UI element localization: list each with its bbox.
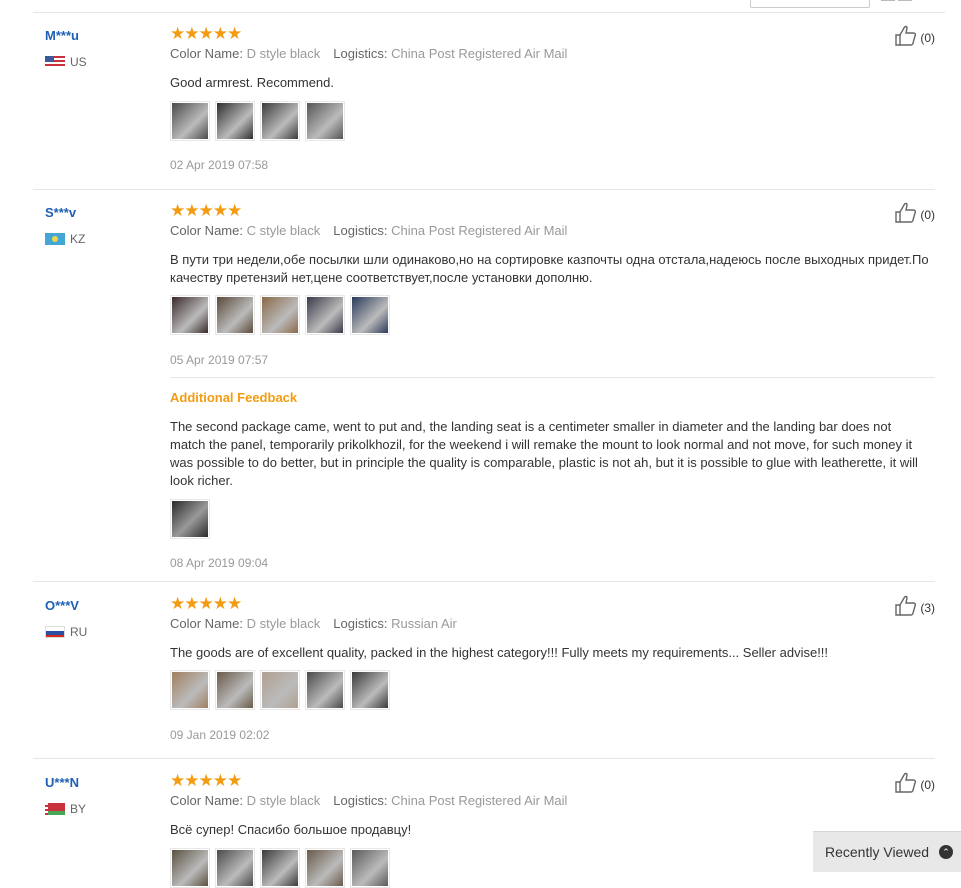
thumbs-up-icon: [894, 772, 920, 797]
review-photo[interactable]: [305, 670, 345, 710]
review-text: The goods are of excellent quality, pack…: [170, 645, 829, 660]
review-photo[interactable]: [350, 848, 390, 888]
logistics-label: Logistics:: [333, 223, 388, 238]
helpful-button[interactable]: (0): [894, 772, 935, 797]
star-rating: ★★★★★: [170, 201, 242, 220]
review-photo[interactable]: [305, 295, 345, 335]
review-photos: [170, 295, 390, 335]
review-photo[interactable]: [305, 848, 345, 888]
review-photo[interactable]: [215, 848, 255, 888]
review-text: В пути три недели,обе посылки шли одинак…: [170, 252, 929, 285]
color-name-label: Color Name:: [170, 616, 243, 631]
color-name-value: C style black: [246, 223, 321, 238]
reviewer-country: US: [45, 55, 87, 69]
logistics-label: Logistics:: [333, 616, 388, 631]
star-rating: ★★★★★: [170, 24, 242, 43]
review-photo[interactable]: [170, 101, 210, 141]
review-text: Good armrest. Recommend.: [170, 75, 335, 90]
review-photo[interactable]: [260, 670, 300, 710]
logistics-value: China Post Registered Air Mail: [391, 46, 568, 61]
recently-viewed-label: Recently Viewed: [825, 844, 930, 860]
thumbs-up-icon: [894, 25, 920, 50]
country-flag-icon: [45, 803, 65, 815]
logistics-value: Russian Air: [391, 616, 457, 631]
additional-feedback-date: 08 Apr 2019 09:04: [170, 556, 269, 570]
country-code: US: [70, 55, 87, 69]
reviewer-country: BY: [45, 802, 86, 816]
chevron-up-icon[interactable]: ⌃: [939, 845, 954, 859]
sort-select[interactable]: [750, 0, 870, 8]
color-name-label: Color Name:: [170, 793, 243, 808]
review-photo[interactable]: [170, 499, 210, 539]
country-code: BY: [70, 802, 87, 816]
helpful-count: (0): [920, 207, 935, 222]
review-divider: [33, 189, 935, 190]
review-photo[interactable]: [215, 670, 255, 710]
thumbs-up-icon: [894, 202, 920, 227]
color-name-value: D style black: [246, 793, 321, 808]
reviewer-name: S***v: [45, 205, 77, 220]
sort-toolbar: [0, 0, 961, 13]
color-name-value: D style black: [246, 46, 321, 61]
review-photo[interactable]: [260, 848, 300, 888]
star-rating: ★★★★★: [170, 594, 242, 613]
logistics-value: China Post Registered Air Mail: [391, 793, 568, 808]
review-date: 09 Jan 2019 02:02: [170, 728, 270, 742]
review-photo[interactable]: [170, 848, 210, 888]
review-photo[interactable]: [305, 101, 345, 141]
country-code: RU: [70, 625, 88, 639]
logistics-value: China Post Registered Air Mail: [391, 223, 568, 238]
country-code: KZ: [70, 232, 86, 246]
review-date: 05 Apr 2019 07:57: [170, 353, 269, 367]
helpful-count: (0): [920, 777, 935, 792]
review-photo[interactable]: [350, 295, 390, 335]
review-photo[interactable]: [260, 295, 300, 335]
helpful-button[interactable]: (0): [894, 25, 935, 50]
helpful-count: (0): [920, 30, 935, 45]
reviewer-country: KZ: [45, 232, 85, 246]
review-photos: [170, 670, 390, 710]
top-divider: [33, 12, 945, 13]
review-photo[interactable]: [260, 101, 300, 141]
reviewer-name: M***u: [45, 28, 79, 43]
review-photo[interactable]: [350, 670, 390, 710]
order-info: Color Name: C style black Logistics: Chin…: [170, 223, 567, 238]
review-photo[interactable]: [215, 101, 255, 141]
country-flag-icon: [45, 56, 65, 68]
color-name-value: D style black: [246, 616, 321, 631]
review-divider: [33, 758, 935, 759]
additional-photos: [170, 499, 210, 539]
order-info: Color Name: D style black Logistics: Russ…: [170, 616, 457, 631]
review-photo[interactable]: [170, 670, 210, 710]
color-name-label: Color Name:: [170, 223, 243, 238]
helpful-button[interactable]: (3): [894, 595, 935, 620]
reviewer-name: O***V: [45, 598, 79, 613]
star-rating: ★★★★★: [170, 771, 242, 790]
reviewer-country: RU: [45, 625, 87, 639]
review-photos: [170, 848, 390, 888]
country-flag-icon: [45, 626, 65, 638]
order-info: Color Name: D style black Logistics: Chin…: [170, 46, 567, 61]
reviewer-name: U***N: [45, 775, 79, 790]
review-photos: [170, 101, 345, 141]
review-photo[interactable]: [215, 295, 255, 335]
logistics-label: Logistics:: [333, 46, 388, 61]
color-name-label: Color Name:: [170, 46, 243, 61]
helpful-count: (3): [920, 600, 935, 615]
review-divider: [33, 581, 935, 582]
recently-viewed-bar[interactable]: Recently Viewed ⌃: [813, 831, 961, 872]
order-info: Color Name: D style black Logistics: Chin…: [170, 793, 567, 808]
additional-feedback-text: The second package came, went to put and…: [170, 419, 918, 488]
additional-divider: [170, 377, 935, 378]
view-toggle[interactable]: [881, 0, 913, 4]
review-date: 02 Apr 2019 07:58: [170, 158, 269, 172]
additional-feedback-heading: Additional Feedback: [170, 390, 298, 405]
logistics-label: Logistics:: [333, 793, 388, 808]
review-photo[interactable]: [170, 295, 210, 335]
country-flag-icon: [45, 233, 65, 245]
thumbs-up-icon: [894, 595, 920, 620]
helpful-button[interactable]: (0): [894, 202, 935, 227]
